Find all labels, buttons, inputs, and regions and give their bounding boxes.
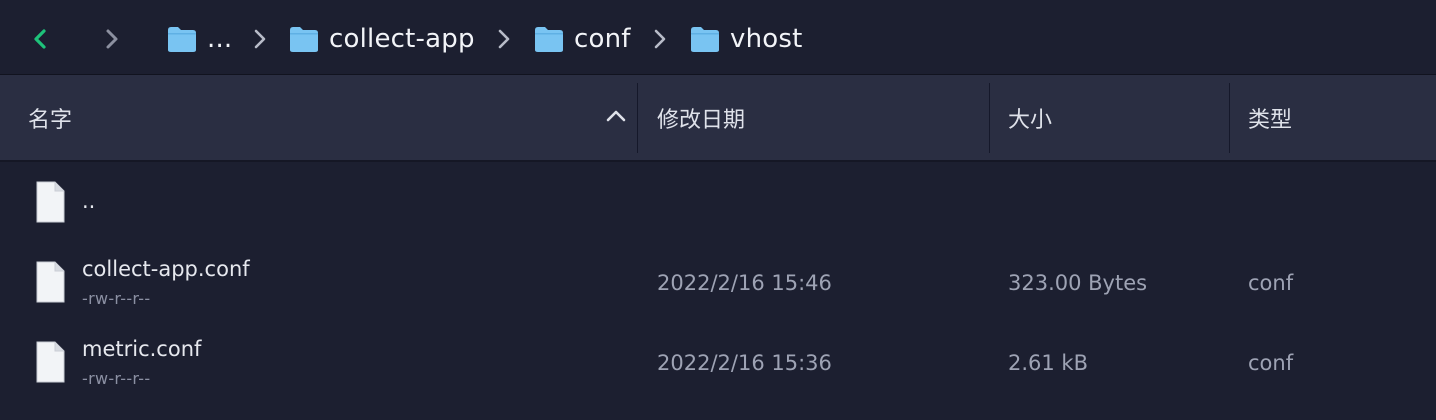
chevron-right-icon [254, 29, 266, 49]
column-title: 类型 [1248, 107, 1293, 133]
breadcrumb-item-vhost[interactable]: vhost [690, 20, 803, 58]
breadcrumb-item-conf[interactable]: conf [534, 20, 631, 58]
file-type: conf [1248, 271, 1294, 295]
column-title: 名字 [28, 107, 73, 133]
file-permissions: -rw-r--r-- [82, 289, 151, 308]
folder-icon [691, 27, 719, 52]
file-icon [36, 181, 65, 223]
column-header-modified[interactable]: 修改日期 [657, 75, 977, 160]
breadcrumb-item-collect-app[interactable]: collect-app [289, 20, 475, 58]
file-permissions: -rw-r--r-- [82, 369, 151, 388]
file-name: metric.conf [82, 337, 202, 361]
column-title: 修改日期 [657, 107, 746, 133]
folder-icon [290, 27, 318, 52]
column-header-name[interactable]: 名字 [28, 75, 628, 160]
file-icon [36, 341, 65, 383]
breadcrumb-label: ... [207, 24, 233, 54]
file-row[interactable]: collect-app.conf -rw-r--r-- 2022/2/16 15… [0, 245, 1436, 323]
file-name: collect-app.conf [82, 257, 250, 281]
file-modified-date: 2022/2/16 15:36 [657, 351, 832, 375]
forward-arrow-icon[interactable] [98, 24, 126, 54]
file-row-parent[interactable]: .. [0, 165, 1436, 243]
back-arrow-icon[interactable] [26, 24, 54, 54]
file-icon [36, 261, 65, 303]
breadcrumb-item-ellipsis[interactable]: ... [167, 20, 232, 58]
column-divider[interactable] [1229, 83, 1230, 153]
file-browser: ... collect-app conf vhost 名字 修改日期 大小 类型… [0, 0, 1436, 420]
column-title: 大小 [1008, 107, 1053, 133]
column-header-bar: 名字 修改日期 大小 类型 [0, 75, 1436, 162]
column-divider[interactable] [989, 83, 990, 153]
file-modified-date: 2022/2/16 15:46 [657, 271, 832, 295]
file-row[interactable]: metric.conf -rw-r--r-- 2022/2/16 15:36 2… [0, 325, 1436, 403]
column-header-size[interactable]: 大小 [1008, 75, 1218, 160]
path-bar: ... collect-app conf vhost [0, 0, 1436, 75]
folder-icon [168, 27, 196, 52]
column-divider[interactable] [637, 83, 638, 153]
chevron-right-icon [654, 29, 666, 49]
file-name: .. [82, 189, 96, 213]
file-type: conf [1248, 351, 1294, 375]
breadcrumb-label: vhost [730, 24, 803, 54]
breadcrumb-label: conf [574, 24, 631, 54]
breadcrumb-label: collect-app [329, 24, 475, 54]
file-size: 2.61 kB [1008, 351, 1089, 375]
chevron-right-icon [498, 29, 510, 49]
file-size: 323.00 Bytes [1008, 271, 1148, 295]
sort-ascending-icon[interactable] [604, 106, 628, 126]
column-header-type[interactable]: 类型 [1248, 75, 1428, 160]
folder-icon [535, 27, 563, 52]
